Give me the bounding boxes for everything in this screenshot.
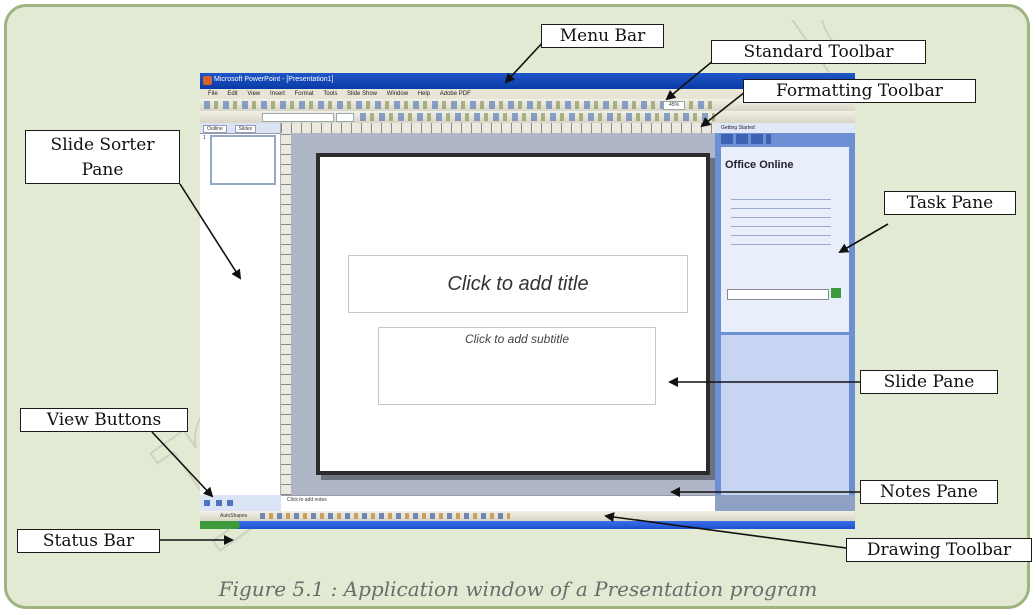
callout-standard-toolbar: Standard Toolbar (711, 40, 926, 64)
arrow-drawing-toolbar (604, 512, 847, 549)
arrow-view-buttons (151, 431, 214, 498)
arrow-formatting-toolbar (700, 91, 746, 128)
callout-drawing-toolbar: Drawing Toolbar (846, 538, 1032, 562)
figure-caption: Figure 5.1 : Application window of a Pre… (218, 577, 818, 601)
arrow-slide-sorter-pane (179, 183, 242, 280)
callout-status-bar: Status Bar (17, 529, 160, 553)
callout-task-pane: Task Pane (884, 191, 1016, 215)
callout-formatting-toolbar: Formatting Toolbar (743, 79, 976, 103)
callout-view-buttons: View Buttons (20, 408, 188, 432)
callout-menu-bar: Menu Bar (541, 24, 664, 48)
callout-notes-pane: Notes Pane (860, 480, 998, 504)
arrow-task-pane (838, 223, 889, 254)
callout-slide-sorter-pane: Slide Sorter Pane (25, 130, 180, 184)
arrow-menu-bar (504, 39, 546, 84)
callout-slide-pane: Slide Pane (860, 370, 998, 394)
arrow-standard-toolbar (665, 59, 715, 101)
